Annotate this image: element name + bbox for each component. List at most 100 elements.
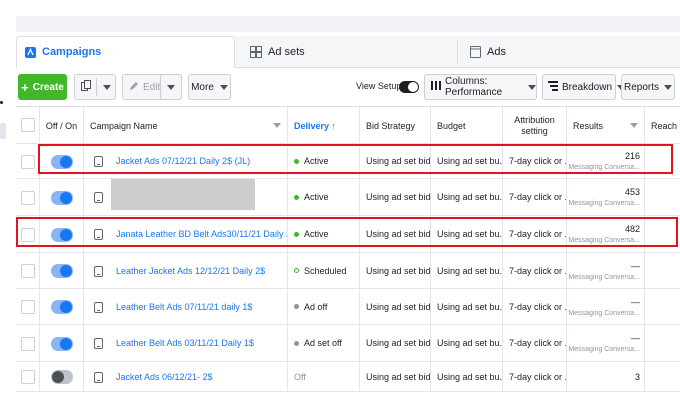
table-row[interactable]: Leather Belt Ads 03/11/21 Daily 1$ Ad set… xyxy=(16,325,680,362)
header-campaign-name[interactable]: Campaign Name xyxy=(84,107,288,144)
header-bid-strategy[interactable]: Bid Strategy xyxy=(360,107,431,144)
duplicate-icon xyxy=(81,80,92,94)
result-type: Messaging Conversa... xyxy=(568,346,640,353)
cell-result: — Messaging Conversa... xyxy=(567,253,645,288)
delivery-status: Ad set off xyxy=(304,338,342,348)
header-attribution-label: Attribution setting xyxy=(514,114,555,136)
breakdown-button[interactable]: Breakdown xyxy=(542,74,626,100)
tab-ad-sets[interactable]: Ad sets xyxy=(242,36,456,68)
cell-name xyxy=(84,179,288,215)
columns-icon xyxy=(431,81,441,93)
attribution-value: 7-day click or ... xyxy=(509,156,567,166)
mobile-icon xyxy=(94,372,103,383)
tab-campaigns[interactable]: Campaigns xyxy=(16,36,235,68)
bid-value: Using ad set bid... xyxy=(366,192,431,202)
campaign-toggle[interactable] xyxy=(51,264,73,278)
table-row[interactable]: Active Using ad set bid... Using ad set bu… xyxy=(16,179,680,216)
campaign-name-link[interactable]: Leather Belt Ads 07/11/21 daily 1$ xyxy=(116,302,252,312)
row-checkbox[interactable] xyxy=(21,300,35,314)
campaign-toggle[interactable] xyxy=(51,228,73,242)
campaign-toggle[interactable] xyxy=(51,370,73,384)
bid-value: Using ad set bid... xyxy=(366,338,431,348)
more-button[interactable]: More xyxy=(188,74,231,100)
campaign-name-link[interactable]: Jacket Ads 07/12/21 Daily 2$ (JL) xyxy=(116,156,250,166)
table-row[interactable]: Leather Jacket Ads 12/12/21 Daily 2$ Sche… xyxy=(16,253,680,289)
row-checkbox[interactable] xyxy=(21,264,35,278)
cell-chk xyxy=(16,325,40,361)
duplicate-button[interactable] xyxy=(74,74,116,100)
cell-delivery: Active xyxy=(288,144,360,178)
cell-bid: Using ad set bid... xyxy=(360,253,431,288)
row-checkbox[interactable] xyxy=(21,155,35,169)
bid-value: Using ad set bid... xyxy=(366,301,431,312)
campaign-name-link[interactable]: Jacket Ads 06/12/21- 2$ xyxy=(116,372,213,382)
campaign-name-link[interactable]: Leather Belt Ads 03/11/21 Daily 1$ xyxy=(116,338,254,348)
campaign-toggle[interactable] xyxy=(51,300,73,314)
cell-chk xyxy=(16,362,40,391)
table-row[interactable]: Jacket Ads 06/12/21- 2$ Off Using ad set b… xyxy=(16,362,680,392)
attribution-value: 7-day click or ... xyxy=(509,371,567,382)
budget-value: Using ad set bu... xyxy=(437,301,503,312)
status-dot-icon xyxy=(294,231,299,237)
tab-ads[interactable]: Ads xyxy=(462,36,672,68)
campaign-toggle[interactable] xyxy=(51,337,73,351)
result-value: 3 xyxy=(634,371,640,382)
row-checkbox[interactable] xyxy=(21,370,35,384)
header-budget[interactable]: Budget xyxy=(431,107,503,144)
columns-button[interactable]: Columns: Performance xyxy=(424,74,537,100)
header-campaign-name-label: Campaign Name xyxy=(90,120,158,131)
mobile-icon xyxy=(94,266,103,277)
table-row[interactable]: Jacket Ads 07/12/21 Daily 2$ (JL) Active U… xyxy=(16,144,680,179)
campaign-name-link[interactable]: Janata Leather BD Belt Ads30/11/21 Daily… xyxy=(116,229,287,239)
cell-chk xyxy=(16,216,40,252)
table-row[interactable]: Leather Belt Ads 07/11/21 daily 1$ Ad off… xyxy=(16,289,680,325)
delivery-status: Active xyxy=(304,229,329,239)
row-checkbox[interactable] xyxy=(21,191,35,205)
result-value: — xyxy=(631,296,640,307)
edit-dropdown-button[interactable] xyxy=(160,74,182,100)
bid-value: Using ad set bid... xyxy=(366,229,431,239)
row-checkbox[interactable] xyxy=(21,228,35,242)
create-button[interactable]: + Create xyxy=(18,74,67,100)
cell-bid: Using ad set bid... xyxy=(360,289,431,324)
select-all-checkbox[interactable] xyxy=(21,118,35,132)
reports-label: Reports xyxy=(623,81,659,93)
header-delivery-label: Delivery ↑ xyxy=(294,120,337,131)
header-attribution[interactable]: Attribution setting xyxy=(503,107,567,144)
table-row[interactable]: Janata Leather BD Belt Ads30/11/21 Daily… xyxy=(16,216,680,253)
bid-value: Using ad set bid... xyxy=(366,265,431,276)
cell-chk xyxy=(16,179,40,215)
cell-chk xyxy=(16,253,40,288)
row-checkbox[interactable] xyxy=(21,337,35,351)
header-off-on: Off / On xyxy=(40,107,84,144)
breakdown-icon xyxy=(548,80,558,94)
cell-delivery: Active xyxy=(288,179,360,215)
result-type: Messaging Conversa... xyxy=(568,309,640,317)
header-delivery[interactable]: Delivery ↑ xyxy=(288,107,360,144)
mobile-icon xyxy=(94,156,103,167)
cell-reach xyxy=(645,144,680,178)
bid-value: Using ad set bid... xyxy=(366,156,431,166)
header-reach[interactable]: Reach xyxy=(645,107,680,144)
view-setup-toggle[interactable] xyxy=(399,81,419,93)
cell-result: 453 Messaging Conversa... xyxy=(567,179,645,215)
budget-value: Using ad set bu... xyxy=(437,192,503,202)
result-type: Messaging Conversa... xyxy=(568,200,640,207)
header-budget-label: Budget xyxy=(437,120,466,131)
reports-button[interactable]: Reports xyxy=(621,74,675,100)
header-results[interactable]: Results xyxy=(567,107,645,144)
campaign-toggle[interactable] xyxy=(51,191,73,205)
status-dot-icon xyxy=(294,194,299,200)
sort-icon xyxy=(273,123,281,128)
cell-name: Jacket Ads 06/12/21- 2$ xyxy=(84,362,288,391)
campaign-name-link[interactable]: Leather Jacket Ads 12/12/21 Daily 2$ xyxy=(116,266,265,276)
cell-budget: Using ad set bu... xyxy=(431,362,503,391)
header-results-label: Results xyxy=(573,120,604,131)
cell-toggle xyxy=(40,179,84,215)
cell-name: Leather Belt Ads 07/11/21 daily 1$ xyxy=(84,289,288,324)
chevron-down-icon xyxy=(167,84,175,90)
chevron-down-icon xyxy=(219,84,228,90)
budget-value: Using ad set bu... xyxy=(437,156,503,166)
result-value: 482 xyxy=(624,224,640,234)
campaign-toggle[interactable] xyxy=(51,155,73,169)
